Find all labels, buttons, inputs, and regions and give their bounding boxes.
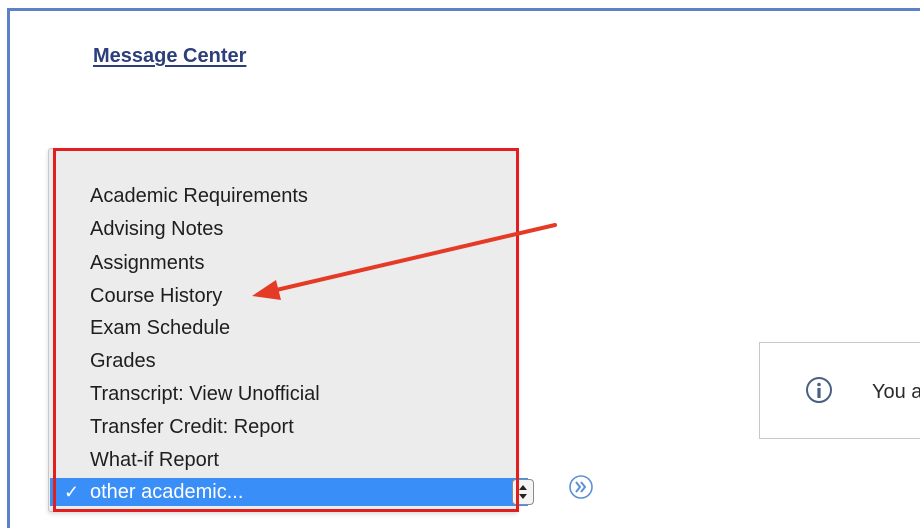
info-message: You a [872,381,920,403]
select-stepper[interactable] [512,479,534,505]
dropdown-option-what-if-report[interactable]: What-if Report [90,448,219,472]
stepper-arrows-icon [519,485,527,499]
dropdown-option-course-history[interactable]: Course History [90,284,222,308]
info-circle-icon [806,377,832,403]
dropdown-option-grades[interactable]: Grades [90,349,156,373]
double-chevron-right-icon[interactable] [568,474,594,500]
dropdown-option-selected[interactable]: ✓ other academic... [50,478,528,506]
selected-option-label: other academic... [90,481,244,503]
dropdown-option-academic-requirements[interactable]: Academic Requirements [90,184,308,208]
dropdown-option-exam-schedule[interactable]: Exam Schedule [90,316,230,340]
info-panel: You a [759,342,920,439]
checkmark-icon: ✓ [64,482,80,502]
dropdown-option-transcript[interactable]: Transcript: View Unofficial [90,382,320,406]
message-center-link[interactable]: Message Center [93,45,246,68]
dropdown-option-transfer-credit[interactable]: Transfer Credit: Report [90,415,294,439]
dropdown-option-advising-notes[interactable]: Advising Notes [90,217,223,241]
dropdown-option-assignments[interactable]: Assignments [90,251,205,275]
